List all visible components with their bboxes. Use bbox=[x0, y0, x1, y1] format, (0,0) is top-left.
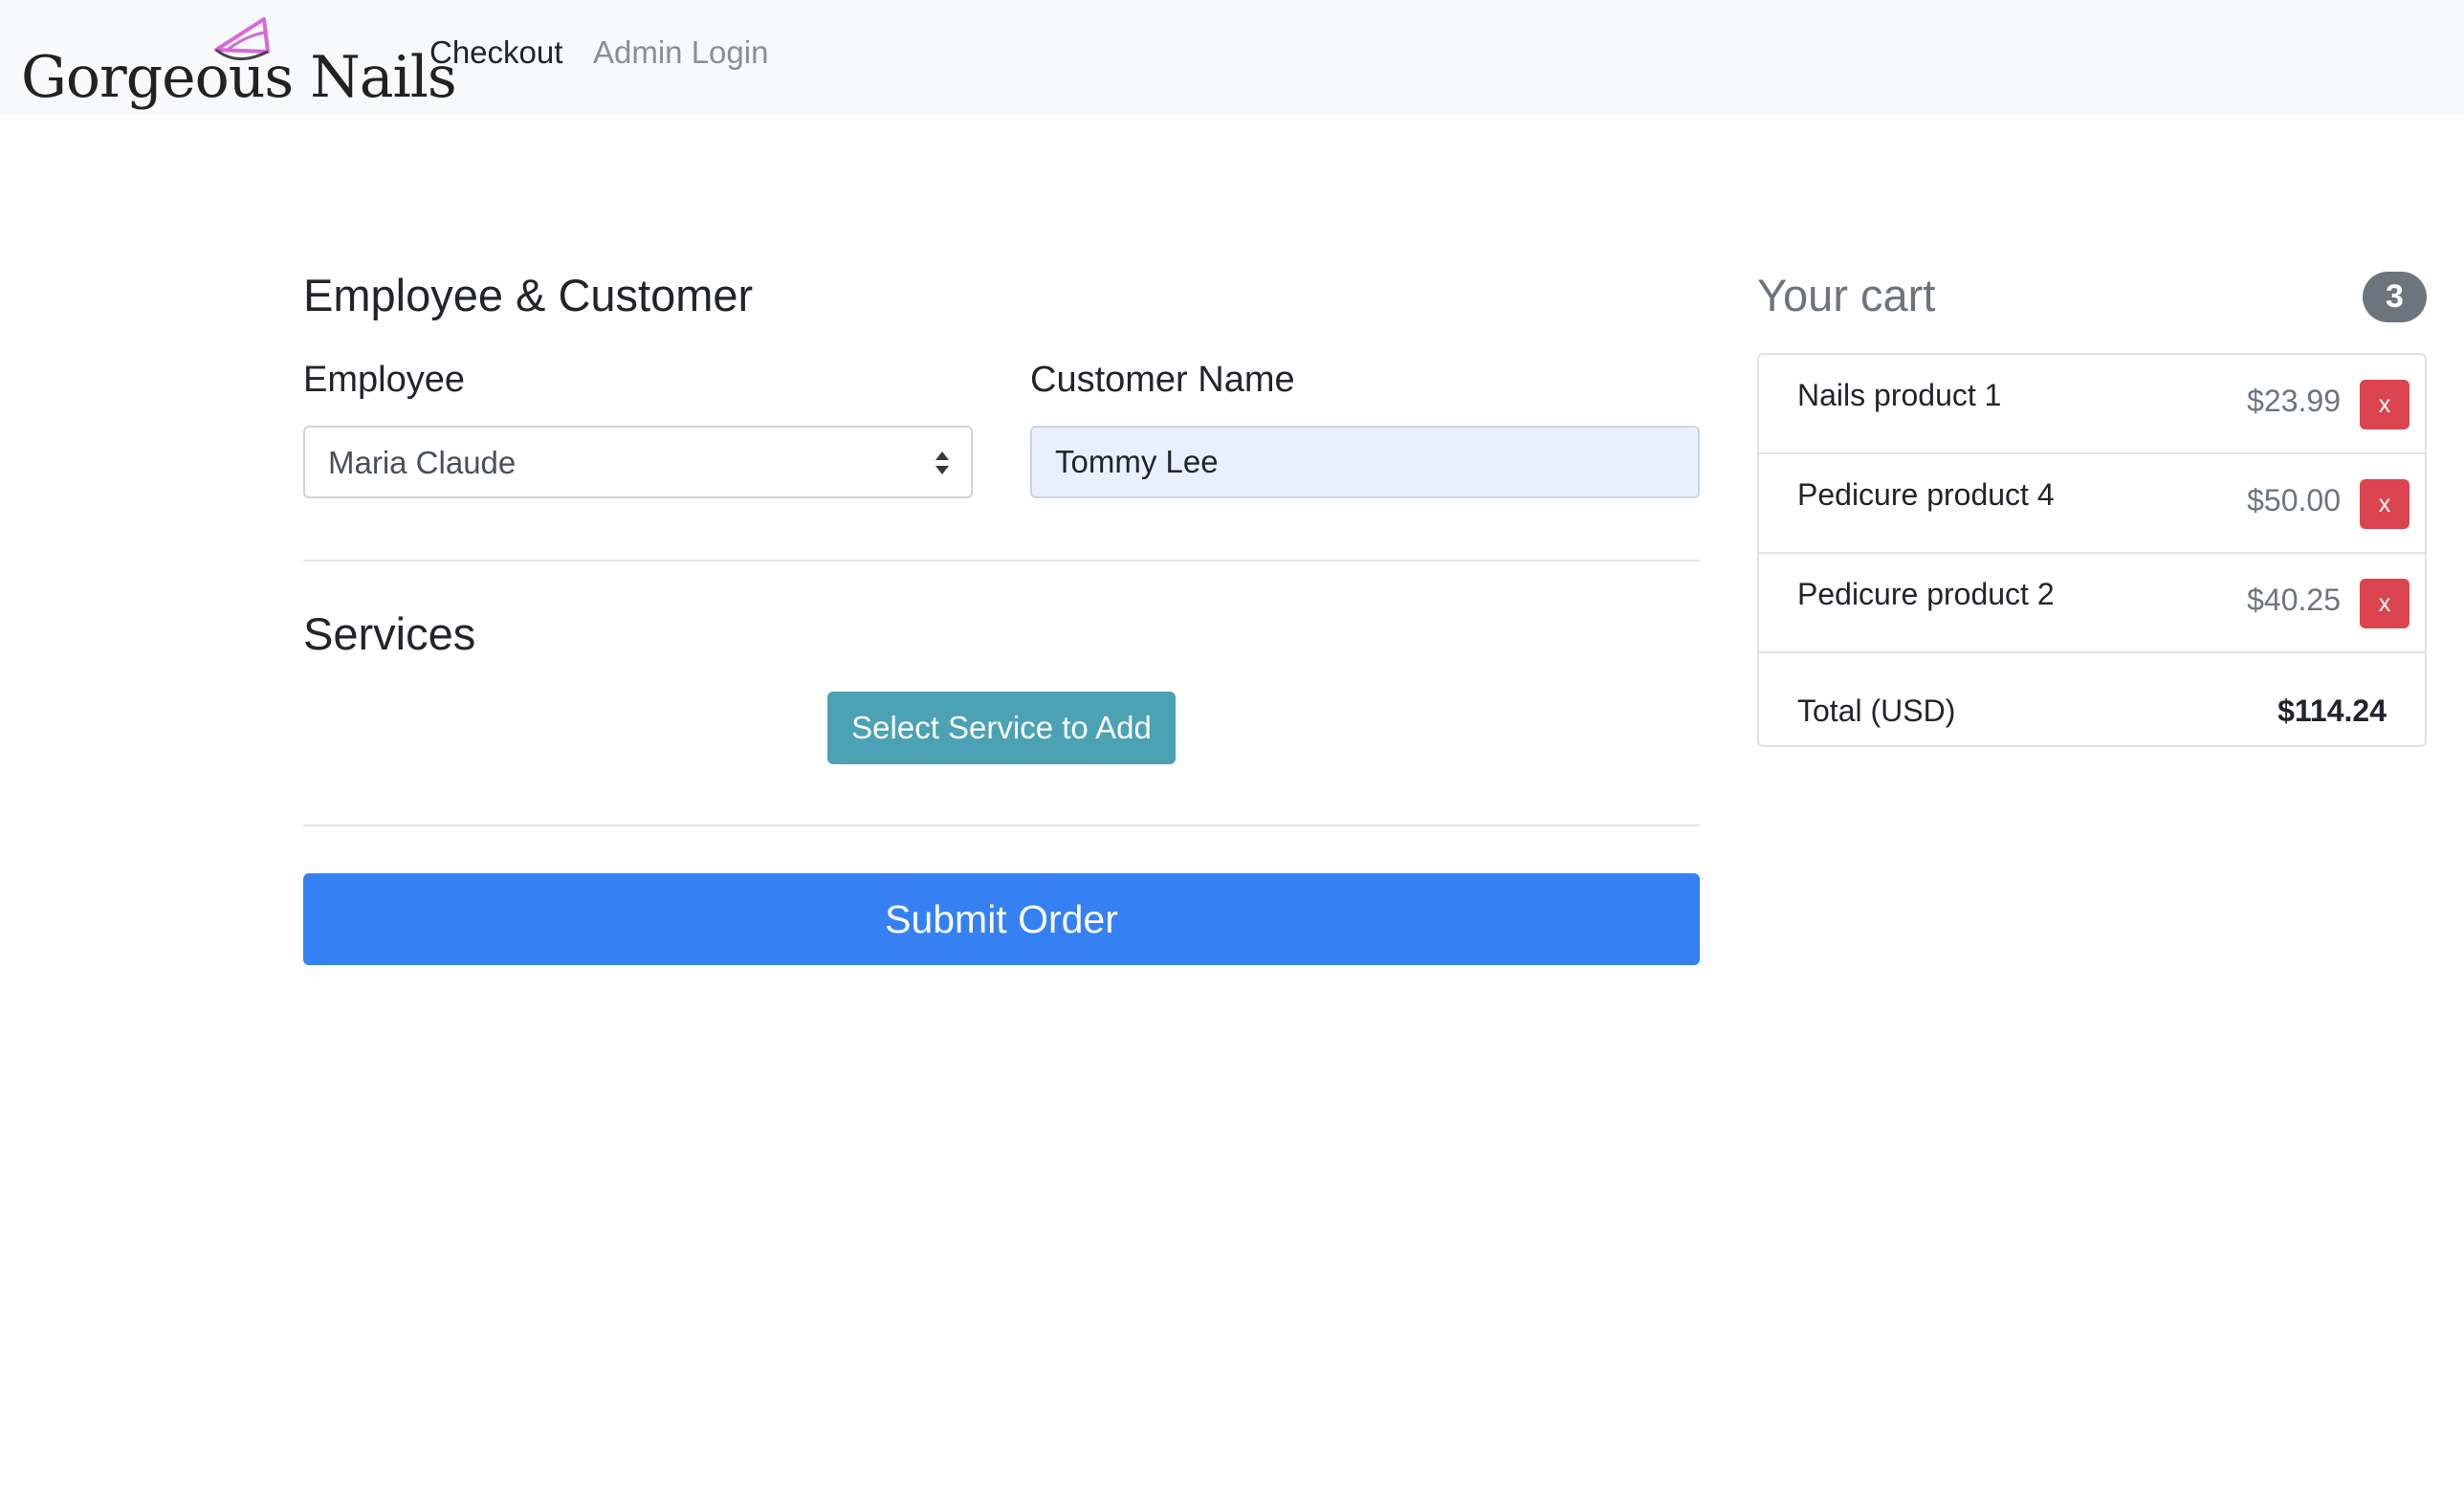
cart-item-name: Pedicure product 2 bbox=[1797, 577, 2055, 611]
customer-name-label: Customer Name bbox=[1030, 360, 1295, 400]
employee-label: Employee bbox=[303, 360, 465, 400]
customer-name-input[interactable] bbox=[1030, 426, 1700, 498]
cart-item-price: $23.99 bbox=[2247, 384, 2341, 418]
cart-item: Pedicure product 4 $50.00 x bbox=[1759, 454, 2425, 554]
nav-checkout-link[interactable]: Checkout bbox=[429, 34, 562, 71]
employee-select[interactable]: Maria Claude bbox=[303, 426, 973, 498]
divider bbox=[303, 560, 1700, 561]
employee-customer-heading: Employee & Customer bbox=[303, 270, 754, 320]
divider bbox=[303, 825, 1700, 826]
cart-item-name: Nails product 1 bbox=[1797, 378, 2002, 412]
nav-admin-login-link[interactable]: Admin Login bbox=[593, 34, 768, 71]
cart-total-label: Total (USD) bbox=[1797, 693, 1956, 728]
cart-item: Pedicure product 2 $40.25 x bbox=[1759, 554, 2425, 653]
brand-logo[interactable]: Gorgeous Nails bbox=[21, 8, 457, 111]
services-heading: Services bbox=[303, 608, 476, 659]
cart-list: Nails product 1 $23.99 x Pedicure produc… bbox=[1757, 353, 2427, 747]
cart-title: Your cart bbox=[1757, 270, 1936, 320]
cart-item-name: Pedicure product 4 bbox=[1797, 477, 2055, 512]
employee-select-value: Maria Claude bbox=[328, 445, 517, 480]
remove-item-button[interactable]: x bbox=[2360, 579, 2409, 628]
select-arrows-icon bbox=[935, 451, 949, 474]
navbar: Gorgeous Nails Checkout Admin Login bbox=[0, 0, 2464, 115]
cart-total-row: Total (USD) $114.24 bbox=[1759, 653, 2425, 745]
cart-item-price: $40.25 bbox=[2247, 583, 2341, 617]
brand-name: Gorgeous Nails bbox=[21, 44, 457, 111]
remove-item-button[interactable]: x bbox=[2360, 479, 2409, 529]
select-service-button[interactable]: Select Service to Add bbox=[827, 692, 1176, 764]
cart-total-value: $114.24 bbox=[2277, 693, 2387, 728]
cart-item-price: $50.00 bbox=[2247, 483, 2341, 517]
submit-order-button[interactable]: Submit Order bbox=[303, 873, 1700, 965]
cart-count-badge: 3 bbox=[2363, 272, 2427, 322]
cart-item: Nails product 1 $23.99 x bbox=[1759, 355, 2425, 454]
remove-item-button[interactable]: x bbox=[2360, 380, 2409, 429]
